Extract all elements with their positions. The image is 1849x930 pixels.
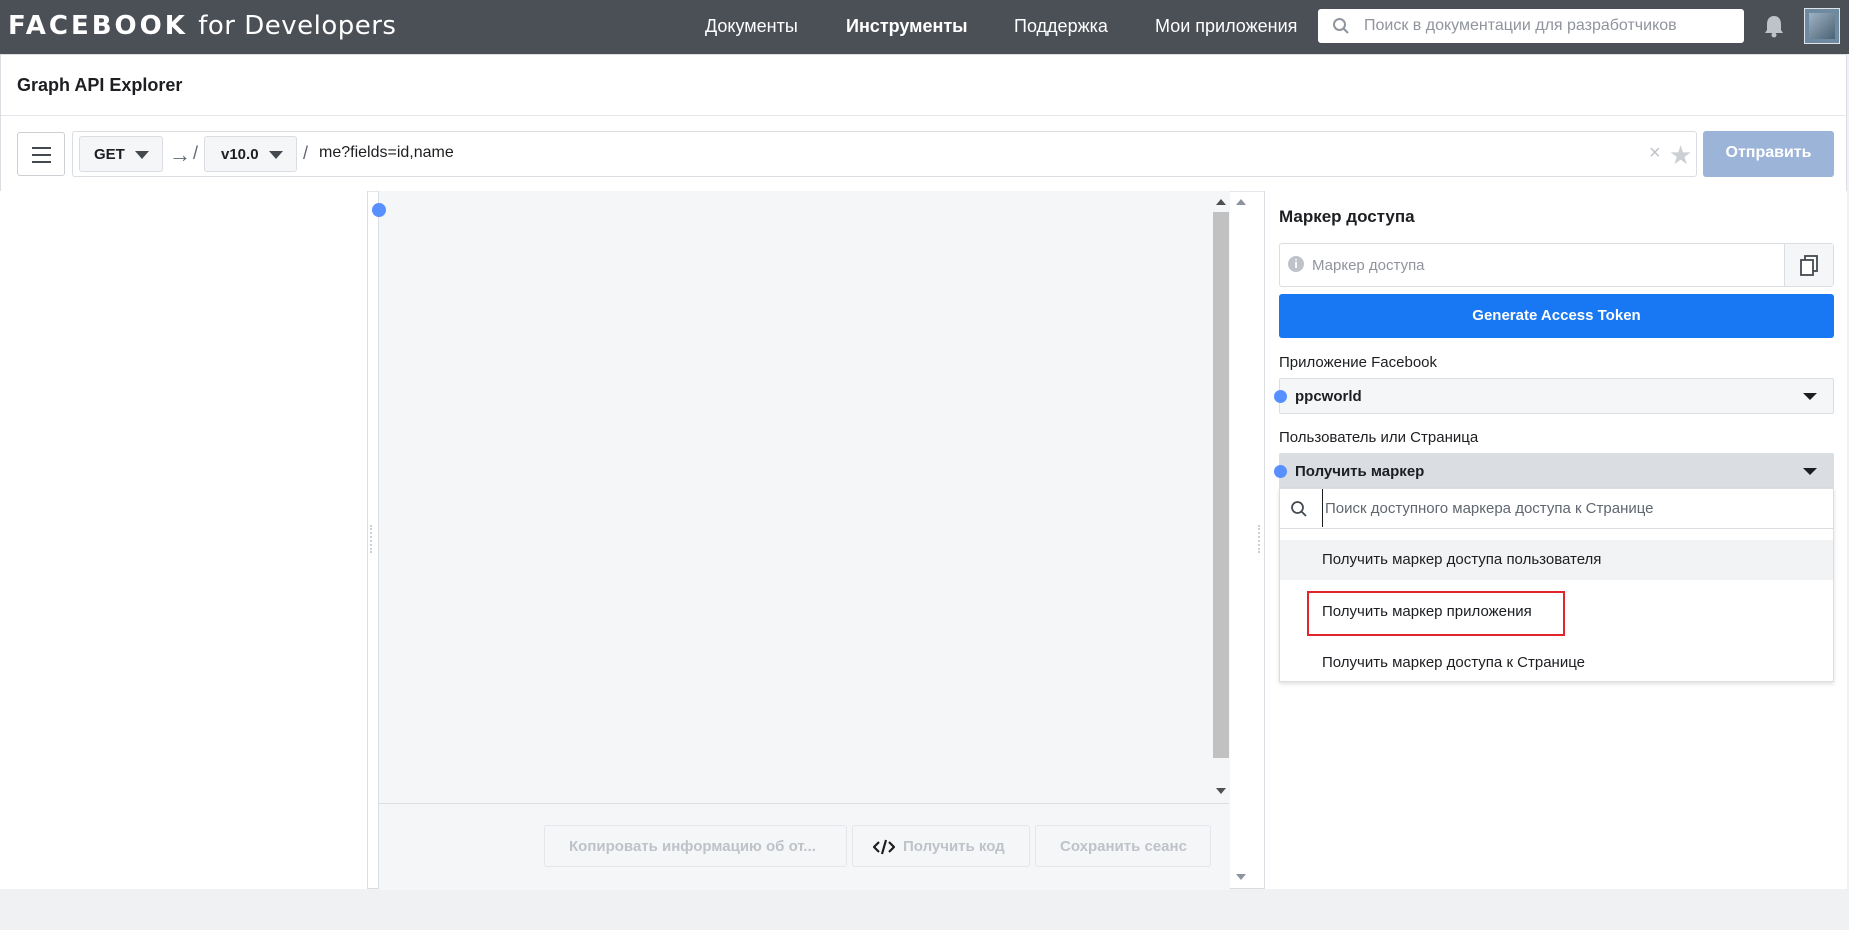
menu-toggle-button[interactable] xyxy=(17,132,65,176)
save-session-label: Сохранить сеанс xyxy=(1060,838,1187,855)
access-token-input[interactable] xyxy=(1312,244,1762,286)
scroll-down-arrow-icon[interactable] xyxy=(1216,788,1226,794)
submit-button-label: Отправить xyxy=(1725,144,1812,161)
http-method-dropdown[interactable]: GET xyxy=(79,136,163,172)
nav-link-support[interactable]: Поддержка xyxy=(1014,16,1108,37)
top-navigation-bar: FACEBOOK for Developers Документы Инстру… xyxy=(0,0,1849,54)
copy-debug-info-button[interactable]: Копировать информацию об от... xyxy=(544,825,847,867)
chevron-down-icon xyxy=(269,151,283,159)
chevron-down-icon xyxy=(135,151,149,159)
page-title: Graph API Explorer xyxy=(17,75,183,95)
user-or-page-value: Получить маркер xyxy=(1295,463,1425,480)
chevron-down-icon xyxy=(1803,393,1817,400)
user-or-page-label: Пользователь или Страница xyxy=(1279,429,1479,446)
hamburger-icon-line xyxy=(32,147,51,149)
save-session-button[interactable]: Сохранить сеанс xyxy=(1035,825,1211,867)
arrow-right-icon: → xyxy=(169,142,191,167)
hamburger-icon-line xyxy=(32,161,51,163)
access-token-field[interactable]: i xyxy=(1279,243,1834,287)
generate-access-token-label: Generate Access Token xyxy=(1472,307,1641,324)
dropdown-search[interactable] xyxy=(1280,489,1833,529)
response-scrollbar-thumb[interactable] xyxy=(1213,212,1229,758)
response-panel-dot xyxy=(372,203,386,217)
facebook-app-select[interactable]: ppcworld xyxy=(1279,378,1834,414)
star-icon[interactable]: ★ xyxy=(1669,140,1692,171)
user-avatar[interactable] xyxy=(1804,8,1840,44)
dropdown-search-input[interactable] xyxy=(1322,489,1825,527)
submit-button[interactable]: Отправить xyxy=(1703,131,1834,177)
nav-link-tools[interactable]: Инструменты xyxy=(846,16,968,37)
copy-token-button[interactable] xyxy=(1784,244,1833,286)
path-separator: / xyxy=(193,143,199,163)
docs-search-input[interactable] xyxy=(1364,9,1734,43)
option-label: Получить маркер доступа к Странице xyxy=(1322,654,1585,671)
scroll-up-arrow-icon[interactable] xyxy=(1216,199,1226,205)
path-separator: / xyxy=(303,143,309,163)
scroll-up-arrow-icon[interactable] xyxy=(1236,199,1246,205)
option-user-access-token[interactable]: Получить маркер доступа пользователя xyxy=(1280,540,1833,580)
query-path-bar: GET → / v10.0 / me?fields=id,name × ★ xyxy=(72,131,1697,177)
docs-search-box[interactable] xyxy=(1318,9,1744,43)
api-version-dropdown[interactable]: v10.0 xyxy=(204,136,297,172)
fields-panel xyxy=(0,191,368,889)
get-code-button[interactable]: Получить код xyxy=(852,825,1030,867)
generate-access-token-button[interactable]: Generate Access Token xyxy=(1279,294,1834,338)
response-panel xyxy=(378,191,1230,889)
http-method-label: GET xyxy=(94,146,125,163)
get-code-label: Получить код xyxy=(903,838,1005,855)
query-path-input[interactable]: me?fields=id,name xyxy=(319,144,454,162)
search-icon xyxy=(1333,18,1349,34)
facebook-app-label: Приложение Facebook xyxy=(1279,354,1438,371)
app-select-dot xyxy=(1274,390,1287,403)
chevron-down-icon xyxy=(1803,468,1817,475)
logo-brand: FACEBOOK xyxy=(8,11,188,41)
token-options-dropdown: Получить маркер доступа пользователя Пол… xyxy=(1279,488,1834,682)
user-or-page-select[interactable]: Получить маркер xyxy=(1279,453,1834,489)
api-version-label: v10.0 xyxy=(221,146,259,163)
resize-handle-left[interactable] xyxy=(370,525,378,553)
option-page-access-token[interactable]: Получить маркер доступа к Странице xyxy=(1280,643,1833,683)
copy-debug-info-label: Копировать информацию об от... xyxy=(569,838,816,855)
notifications-bell-icon[interactable] xyxy=(1763,14,1785,38)
user-select-dot xyxy=(1274,465,1287,478)
copy-icon xyxy=(1800,255,1818,276)
hamburger-icon-line xyxy=(32,154,51,156)
facebook-app-value: ppcworld xyxy=(1295,388,1362,405)
nav-link-docs[interactable]: Документы xyxy=(705,16,798,37)
code-icon xyxy=(873,839,895,855)
info-icon[interactable]: i xyxy=(1288,256,1304,272)
highlight-annotation xyxy=(1307,591,1565,636)
divider xyxy=(1,115,1848,116)
access-token-title: Маркер доступа xyxy=(1279,207,1415,226)
search-icon xyxy=(1291,501,1307,517)
facebook-developers-logo[interactable]: FACEBOOK for Developers xyxy=(8,11,396,41)
scroll-down-arrow-icon[interactable] xyxy=(1236,874,1246,880)
nav-link-my-apps[interactable]: Мои приложения xyxy=(1155,16,1297,37)
option-label: Получить маркер доступа пользователя xyxy=(1322,551,1602,568)
clear-icon[interactable]: × xyxy=(1649,142,1661,165)
logo-suffix: for Developers xyxy=(198,11,397,41)
